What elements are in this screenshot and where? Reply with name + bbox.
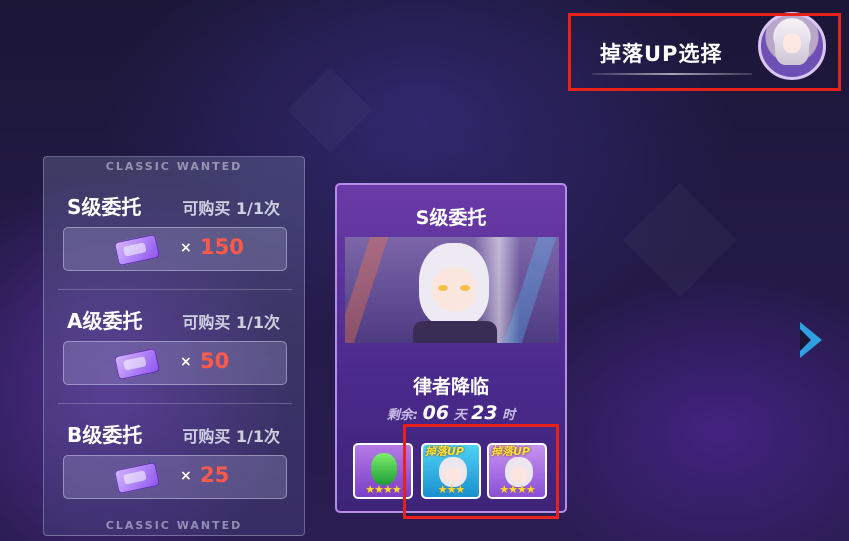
ticket-icon (113, 461, 161, 495)
ticket-icon (113, 233, 161, 267)
task-title: S级委托 (67, 195, 142, 219)
card-name: 律者降临 (412, 376, 489, 398)
highlight-box-drop-select (568, 13, 841, 91)
task-b[interactable]: B级委托 可购买 1/1次 × 25 (44, 419, 304, 534)
character-art (345, 237, 559, 343)
remaining-time: 剩余: 06 天 23 时 (337, 402, 565, 424)
task-price: 150 (200, 235, 244, 259)
task-price: 50 (200, 349, 230, 373)
card-title: S级委托 (415, 207, 487, 229)
task-limit: 可购买 1/1次 (182, 427, 280, 446)
art-stripe (345, 237, 389, 343)
divider (58, 403, 292, 404)
remaining-hours: 23 (471, 402, 498, 424)
multiply-sign: × (180, 240, 192, 256)
multiply-sign: × (180, 468, 192, 484)
days-unit: 天 (453, 408, 467, 423)
background-shape (623, 183, 736, 296)
multiply-sign: × (180, 354, 192, 370)
gem-icon (371, 453, 397, 485)
task-title: A级委托 (67, 309, 143, 333)
panel-footer: CLASSIC WANTED (105, 519, 243, 532)
task-title: B级委托 (67, 423, 143, 447)
next-arrow-icon[interactable] (800, 322, 822, 358)
panel-header: CLASSIC WANTED (105, 160, 243, 173)
character-collar (413, 321, 497, 343)
task-price-slot[interactable]: × 150 (63, 227, 287, 271)
character-eye (460, 285, 470, 291)
divider (58, 289, 292, 290)
task-limit: 可购买 1/1次 (182, 199, 280, 218)
character-eye (438, 285, 448, 291)
task-price: 25 (200, 463, 230, 487)
task-price-slot[interactable]: × 25 (63, 455, 287, 499)
background-shape (288, 68, 373, 153)
ticket-icon (113, 347, 161, 381)
classic-wanted-panel: CLASSIC WANTED S级委托 可购买 1/1次 × 150 A级委托 … (43, 156, 305, 536)
art-stripe (503, 237, 557, 343)
highlight-box-rewards (403, 424, 559, 519)
task-limit: 可购买 1/1次 (182, 313, 280, 332)
hours-unit: 时 (502, 408, 516, 423)
task-price-slot[interactable]: × 50 (63, 341, 287, 385)
remaining-days: 06 (422, 402, 450, 424)
character-head (419, 243, 489, 327)
remaining-label: 剩余: (386, 408, 419, 423)
